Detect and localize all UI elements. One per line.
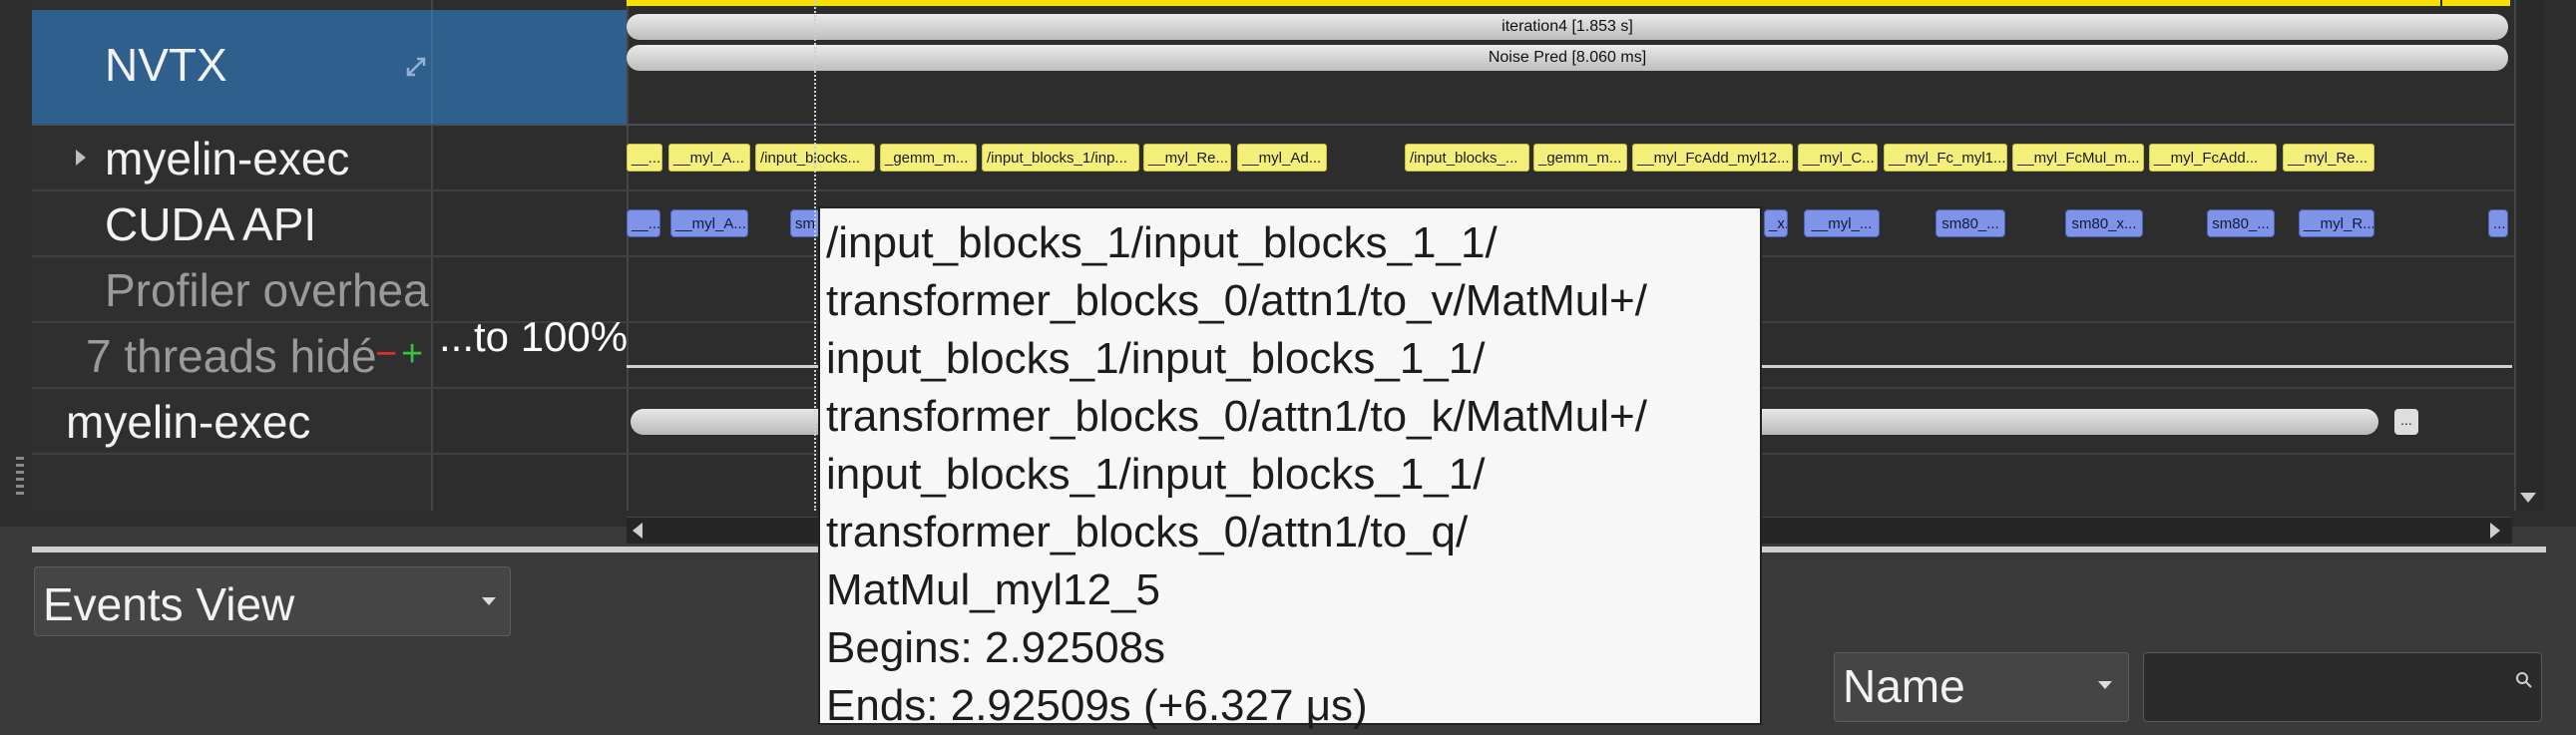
cuda-chip[interactable]: __myl_R... [2299,209,2374,237]
myelin-chip[interactable]: /input_blocks_1/inp... [982,144,1139,172]
dropdown-caret-icon [2098,681,2112,689]
myelin-chip[interactable]: _gemm_m... [1533,144,1627,172]
myelin-chip[interactable]: __myl_FcMul_m... [2012,144,2144,172]
myelin-chip[interactable]: __myl_C... [1798,144,1878,172]
cuda-chip[interactable]: _x... [1764,209,1788,237]
search-input[interactable] [2143,652,2542,722]
myelin-chip[interactable]: __myl_Re... [1143,144,1231,172]
myelin-chip[interactable]: __myl_Ad... [1237,144,1327,172]
scroll-down-icon[interactable] [2520,493,2536,503]
scroll-right-icon[interactable] [2490,523,2500,539]
tooltip-line: input_blocks_1/input_blocks_1_1/ [826,334,1486,383]
expand-icon[interactable] [405,56,427,78]
myelin-chip[interactable]: __myl_Fc_myl1... [1884,144,2007,172]
drag-handle-icon[interactable] [16,457,24,497]
tooltip-line: transformer_blocks_0/attn1/to_q/ [826,508,1469,556]
cuda-chip[interactable]: __... [627,209,660,237]
myelin-chip[interactable]: __myl_FcAdd_myl12... [1632,144,1793,172]
myelin-exec-label[interactable]: myelin-exec [66,395,310,449]
cuda-chip[interactable]: sm80_... [2207,209,2275,237]
tooltip-line: input_blocks_1/input_blocks_1_1/ [826,450,1486,499]
tooltip-line: transformer_blocks_0/attn1/to_k/MatMul+/ [826,392,1647,441]
events-view-dropdown[interactable]: Events View [34,566,511,636]
time-cursor-line [814,0,816,511]
myelin-chip[interactable]: __... [627,144,662,172]
tooltip-line: transformer_blocks_0/attn1/to_v/MatMul+/ [826,276,1647,325]
myelin-chip[interactable]: __myl_Re... [2283,144,2374,172]
cuda-chip[interactable]: __myl_A... [670,209,748,237]
myelin-exec-child-label[interactable]: myelin-exec [105,132,349,185]
nvtx-row-label: NVTX [105,39,227,91]
myelin-chip[interactable]: /input_blocks_... [1405,144,1529,172]
nvtx-top-bar-2[interactable] [2442,0,2510,6]
collapse-threads-button[interactable]: − [375,333,397,376]
row-divider [32,124,2514,126]
tooltip-line: MatMul_myl12_5 [826,565,1161,614]
triangle-right-icon[interactable] [76,150,86,166]
expand-threads-button[interactable]: + [401,333,423,376]
dropdown-caret-icon [482,597,496,605]
cuda-api-label[interactable]: CUDA API [105,197,316,251]
to-100-percent-label: ...to 100% [439,313,629,360]
profiler-overhead-label[interactable]: Profiler overhea [105,263,430,317]
events-view-label: Events View [43,578,295,630]
tooltip-begins: Begins: 2.92508s [826,623,1166,672]
name-filter-label: Name [1843,660,1965,712]
cuda-chip[interactable]: sm80_x... [2065,209,2143,237]
scroll-left-icon[interactable] [633,523,643,539]
event-tooltip: /input_blocks_1/input_blocks_1_1/ transf… [818,206,1762,730]
noise-pred-bar[interactable]: Noise Pred [8.060 ms] [627,45,2508,71]
name-filter-dropdown[interactable]: Name [1834,652,2129,722]
cuda-chip[interactable]: sm80_... [1935,209,2005,237]
threads-hidden-label: 7 threads hidé [86,330,375,382]
cuda-chip[interactable]: ... [2488,209,2508,237]
tooltip-line: /input_blocks_1/input_blocks_1_1/ [826,218,1498,267]
nvtx-top-bar[interactable] [627,0,2440,6]
tooltip-ends: Ends: 2.92509s (+6.327 μs) [826,681,1368,730]
myelin-chip[interactable]: _gemm_m... [880,144,977,172]
myelin-chip[interactable]: __myl_A... [668,144,750,172]
row-divider [32,189,2514,191]
myelin-chip[interactable]: __myl_FcAdd... [2149,144,2277,172]
more-button[interactable]: ... [2394,409,2418,435]
vertical-scrollbar[interactable] [2514,0,2544,511]
search-icon [2516,672,2532,688]
nvtx-row-stats [431,10,627,124]
iteration-bar[interactable]: iteration4 [1.853 s] [627,14,2508,40]
cuda-chip[interactable]: __myl_... [1804,209,1880,237]
